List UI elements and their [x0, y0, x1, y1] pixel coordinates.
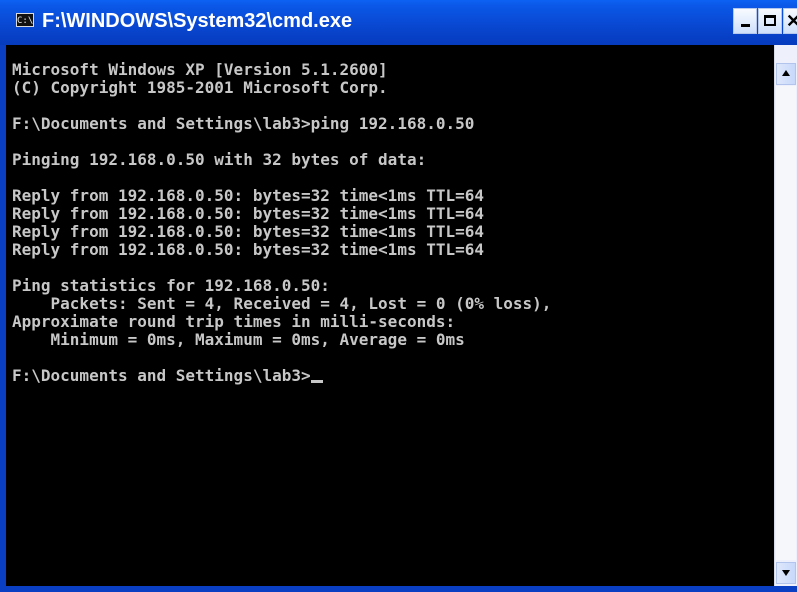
console-line-15: Approximate round trip times in milli-se… [12, 312, 456, 331]
arrow-down-icon [782, 570, 790, 576]
cmd-window-icon[interactable]: C:\ [16, 13, 34, 27]
console-line-17 [12, 349, 551, 367]
close-button[interactable]: ✕ [783, 8, 797, 34]
console-line-1: Microsoft Windows XP [Version 5.1.2600] [12, 60, 388, 79]
window-title: F:\WINDOWS\System32\cmd.exe [42, 10, 353, 32]
console-line-11: Reply from 192.168.0.50: bytes=32 time<1… [12, 240, 485, 259]
minimize-icon [741, 24, 750, 27]
scroll-up-button[interactable] [776, 63, 796, 85]
console-line-16: Minimum = 0ms, Maximum = 0ms, Average = … [12, 330, 465, 349]
console-line-10: Reply from 192.168.0.50: bytes=32 time<1… [12, 222, 485, 241]
maximize-icon [764, 15, 776, 26]
console-line-2: (C) Copyright 1985-2001 Microsoft Corp. [12, 78, 388, 97]
arrow-up-icon [782, 70, 790, 76]
console-prompt-line[interactable]: F:\Documents and Settings\lab3> [12, 367, 551, 385]
console-line-7 [12, 169, 551, 187]
scroll-down-button[interactable] [776, 562, 796, 584]
maximize-button[interactable] [758, 8, 782, 34]
console-text: Microsoft Windows XP [Version 5.1.2600](… [12, 61, 551, 385]
text-cursor [310, 380, 323, 383]
console-line-14: Packets: Sent = 4, Received = 4, Lost = … [12, 294, 552, 313]
vertical-scrollbar[interactable] [774, 45, 797, 586]
console-line-6: Pinging 192.168.0.50 with 32 bytes of da… [12, 150, 427, 169]
close-icon: ✕ [785, 11, 797, 31]
window-bottom-frame [0, 586, 797, 592]
scroll-track[interactable] [776, 86, 796, 560]
console-output-area[interactable]: Microsoft Windows XP [Version 5.1.2600](… [6, 45, 774, 586]
console-prompt-text: F:\Documents and Settings\lab3> [12, 366, 311, 385]
console-line-4: F:\Documents and Settings\lab3>ping 192.… [12, 114, 475, 133]
command-prompt-window: C:\ F:\WINDOWS\System32\cmd.exe ✕ Micros… [0, 0, 797, 592]
console-line-9: Reply from 192.168.0.50: bytes=32 time<1… [12, 204, 485, 223]
title-bar[interactable]: C:\ F:\WINDOWS\System32\cmd.exe ✕ [0, 0, 797, 45]
console-line-5 [12, 133, 551, 151]
console-line-13: Ping statistics for 192.168.0.50: [12, 276, 330, 295]
console-line-12 [12, 259, 551, 277]
minimize-button[interactable] [733, 8, 757, 34]
console-line-8: Reply from 192.168.0.50: bytes=32 time<1… [12, 186, 485, 205]
console-line-3 [12, 97, 551, 115]
